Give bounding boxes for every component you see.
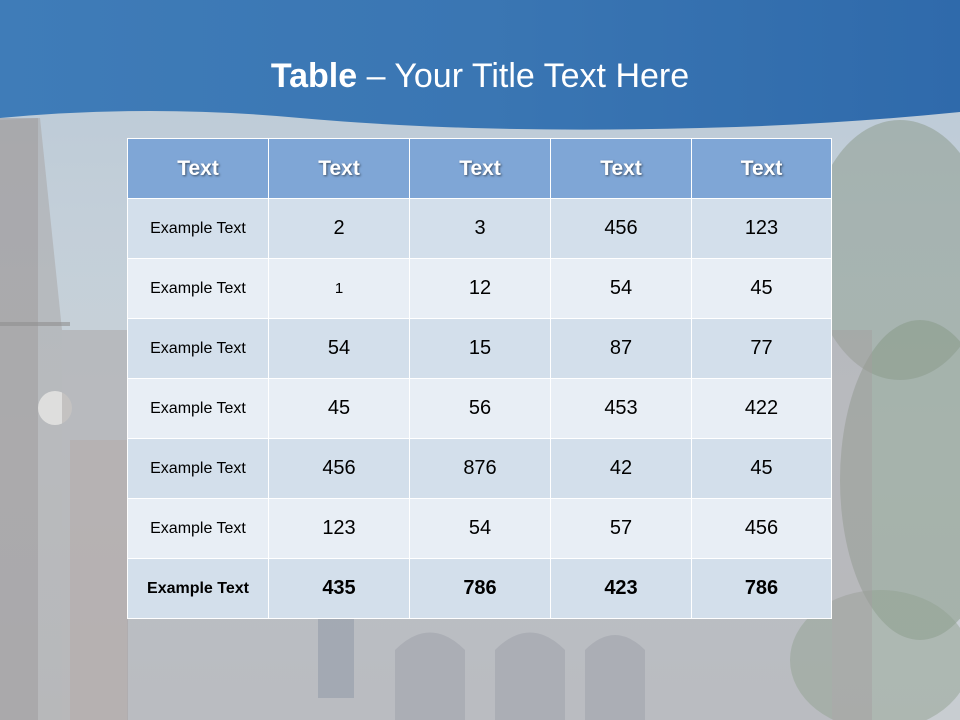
column-header: Text <box>550 138 692 199</box>
table-cell: 56 <box>409 378 551 439</box>
row-label: Example Text <box>127 498 269 559</box>
table-row: Example Text 123 54 57 456 <box>127 498 832 559</box>
row-label: Example Text <box>127 378 269 439</box>
row-label: Example Text <box>127 438 269 499</box>
table-row: Example Text 1 12 54 45 <box>127 258 832 319</box>
table-row: Example Text 45 56 453 422 <box>127 378 832 439</box>
table-cell: 435 <box>268 558 410 619</box>
column-header: Text <box>268 138 410 199</box>
table-cell: 423 <box>550 558 692 619</box>
column-header: Text <box>127 138 269 199</box>
data-table: Text Text Text Text Text Example Text 2 … <box>127 138 832 619</box>
table-cell: 77 <box>691 318 832 379</box>
table-cell: 456 <box>550 198 692 259</box>
table-cell: 87 <box>550 318 692 379</box>
table-cell: 456 <box>268 438 410 499</box>
table-cell: 54 <box>268 318 410 379</box>
row-label: Example Text <box>127 318 269 379</box>
table-cell: 422 <box>691 378 832 439</box>
table-header-row: Text Text Text Text Text <box>127 138 832 199</box>
row-label: Example Text <box>127 258 269 319</box>
slide-title-bold: Table <box>270 57 358 95</box>
table-cell: 54 <box>550 258 692 319</box>
table-cell: 12 <box>409 258 551 319</box>
table-cell: 123 <box>691 198 832 259</box>
column-header: Text <box>691 138 832 199</box>
table-row: Example Text 54 15 87 77 <box>127 318 832 379</box>
slide-title-rest: – Your Title Text Here <box>357 57 690 95</box>
table-cell: 453 <box>550 378 692 439</box>
table-cell: 786 <box>691 558 832 619</box>
table-row: Example Text 2 3 456 123 <box>127 198 832 259</box>
table-cell: 42 <box>550 438 692 499</box>
row-label: Example Text <box>127 558 269 619</box>
table-cell: 456 <box>691 498 832 559</box>
table-row: Example Text 456 876 42 45 <box>127 438 832 499</box>
table-cell: 2 <box>268 198 410 259</box>
table-cell: 15 <box>409 318 551 379</box>
table-cell: 3 <box>409 198 551 259</box>
table-total-row: Example Text 435 786 423 786 <box>127 558 832 619</box>
table-cell: 54 <box>409 498 551 559</box>
table-cell: 876 <box>409 438 551 499</box>
column-header: Text <box>409 138 551 199</box>
table-cell: 45 <box>691 438 832 499</box>
table-cell: 45 <box>268 378 410 439</box>
row-label: Example Text <box>127 198 269 259</box>
table-cell: 45 <box>691 258 832 319</box>
table-cell: 786 <box>409 558 551 619</box>
slide-title: Table – Your Title Text Here <box>0 54 960 98</box>
table-cell: 57 <box>550 498 692 559</box>
table-cell: 123 <box>268 498 410 559</box>
table-cell: 1 <box>268 258 410 319</box>
